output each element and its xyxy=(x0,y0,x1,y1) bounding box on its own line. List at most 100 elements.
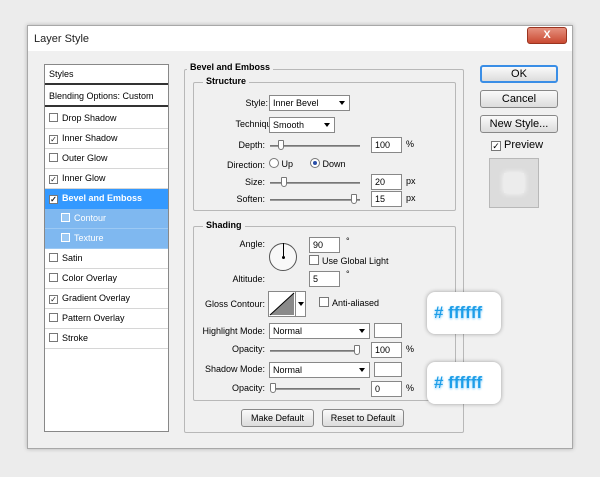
altitude-input[interactable]: 5 xyxy=(309,271,340,287)
size-label: Size: xyxy=(244,177,265,187)
style-item-stroke[interactable]: Stroke xyxy=(45,329,168,349)
style-item-label: Inner Glow xyxy=(62,173,106,183)
preview-checkbox[interactable]: ✓ xyxy=(491,141,501,151)
soften-input[interactable]: 15 xyxy=(371,191,402,207)
soften-label: Soften: xyxy=(236,194,265,204)
soften-slider-thumb[interactable] xyxy=(351,194,358,204)
style-item-texture[interactable]: Texture xyxy=(45,229,168,249)
style-item-inner-glow[interactable]: ✓ Inner Glow xyxy=(45,169,168,189)
highlight-color-annotation: # ffffff xyxy=(427,292,501,334)
style-item-color-overlay[interactable]: Color Overlay xyxy=(45,269,168,289)
style-checkbox[interactable] xyxy=(49,153,58,162)
highlight-opacity-slider[interactable] xyxy=(270,350,360,352)
chevron-down-icon xyxy=(359,329,365,333)
highlight-opacity-input[interactable]: 100 xyxy=(371,342,402,358)
style-item-outer-glow[interactable]: Outer Glow xyxy=(45,149,168,169)
cancel-button[interactable]: Cancel xyxy=(480,90,558,108)
style-checkbox[interactable] xyxy=(61,213,70,222)
style-checkbox[interactable] xyxy=(49,333,58,342)
shadow-opacity-thumb[interactable] xyxy=(270,383,276,393)
style-item-satin[interactable]: Satin xyxy=(45,249,168,269)
blending-options-item[interactable]: Blending Options: Custom xyxy=(45,87,168,107)
highlight-color-swatch[interactable] xyxy=(374,323,402,338)
preview-option[interactable]: ✓ Preview xyxy=(491,139,543,151)
style-item-label: Gradient Overlay xyxy=(62,293,131,303)
depth-slider-thumb[interactable] xyxy=(278,140,285,150)
style-checkbox[interactable]: ✓ xyxy=(49,175,58,184)
shadow-mode-value: Normal xyxy=(273,365,303,375)
direction-up-option[interactable]: Up xyxy=(269,158,293,169)
shadow-mode-select[interactable]: Normal xyxy=(269,362,370,378)
style-checkbox[interactable] xyxy=(49,273,58,282)
preview-swatch xyxy=(489,158,539,208)
angle-unit: ° xyxy=(346,236,350,246)
reset-to-default-button[interactable]: Reset to Default xyxy=(322,409,404,427)
chevron-down-icon xyxy=(339,101,345,105)
contour-dropdown[interactable] xyxy=(295,292,305,316)
style-checkbox[interactable]: ✓ xyxy=(49,195,58,204)
anti-aliased-label: Anti-aliased xyxy=(332,298,380,308)
preview-label: Preview xyxy=(504,139,544,151)
size-slider-thumb[interactable] xyxy=(280,177,287,187)
style-item-label: Outer Glow xyxy=(62,153,108,163)
size-input[interactable]: 20 xyxy=(371,174,402,190)
style-item-contour[interactable]: Contour xyxy=(45,209,168,229)
angle-dial-needle xyxy=(283,243,284,256)
styles-header[interactable]: Styles xyxy=(45,65,168,85)
shadow-opacity-input[interactable]: 0 xyxy=(371,381,402,397)
use-global-light-checkbox[interactable] xyxy=(309,255,319,265)
style-checkbox[interactable] xyxy=(49,253,58,262)
bevel-emboss-title: Bevel and Emboss xyxy=(187,62,274,72)
technique-select[interactable]: Smooth xyxy=(269,117,335,133)
style-checkbox[interactable] xyxy=(49,313,58,322)
highlight-mode-value: Normal xyxy=(273,326,303,336)
style-item-pattern-overlay[interactable]: Pattern Overlay xyxy=(45,309,168,329)
radio-up[interactable] xyxy=(269,158,279,168)
anti-aliased-option[interactable]: Anti-aliased xyxy=(319,297,379,308)
technique-value: Smooth xyxy=(273,120,305,130)
use-global-light-option[interactable]: Use Global Light xyxy=(309,255,389,266)
radio-down[interactable] xyxy=(310,158,320,168)
make-default-button[interactable]: Make Default xyxy=(241,409,314,427)
direction-down-label: Down xyxy=(322,159,346,169)
style-label: Style: xyxy=(245,98,268,108)
technique-label: Technique: xyxy=(235,119,279,129)
shadow-mode-label: Shadow Mode: xyxy=(204,364,265,374)
shadow-opacity-slider[interactable] xyxy=(270,388,360,390)
close-button[interactable]: X xyxy=(527,27,567,44)
new-style-button[interactable]: New Style... xyxy=(480,115,558,133)
title-bar: Layer Style X xyxy=(28,26,572,51)
soften-slider[interactable] xyxy=(270,199,360,201)
dialog-title: Layer Style xyxy=(34,33,90,45)
ok-button[interactable]: OK xyxy=(480,65,558,83)
highlight-mode-select[interactable]: Normal xyxy=(269,323,370,339)
direction-up-label: Up xyxy=(281,159,294,169)
style-item-inner-shadow[interactable]: ✓ Inner Shadow xyxy=(45,129,168,149)
shadow-color-swatch[interactable] xyxy=(374,362,402,377)
angle-label: Angle: xyxy=(239,239,265,249)
chevron-down-icon xyxy=(298,302,304,306)
style-item-label: Drop Shadow xyxy=(62,113,117,123)
style-checkbox[interactable]: ✓ xyxy=(49,295,58,304)
highlight-opacity-unit: % xyxy=(406,344,415,354)
style-checkbox[interactable] xyxy=(61,233,70,242)
highlight-opacity-thumb[interactable] xyxy=(354,345,360,355)
direction-down-option[interactable]: Down xyxy=(310,158,346,169)
style-item-bevel-and-emboss[interactable]: ✓ Bevel and Emboss xyxy=(45,189,168,209)
structure-title: Structure xyxy=(203,76,250,86)
style-checkbox[interactable] xyxy=(49,113,58,122)
style-select[interactable]: Inner Bevel xyxy=(269,95,350,111)
direction-label: Direction: xyxy=(226,160,265,170)
shading-title: Shading xyxy=(203,220,245,230)
angle-dial[interactable] xyxy=(269,243,297,271)
style-checkbox[interactable]: ✓ xyxy=(49,135,58,144)
depth-input[interactable]: 100 xyxy=(371,137,402,153)
style-item-drop-shadow[interactable]: Drop Shadow xyxy=(45,109,168,129)
gloss-contour-label: Gloss Contour: xyxy=(204,299,265,309)
highlight-hex-text: # ffffff xyxy=(434,303,483,322)
anti-aliased-checkbox[interactable] xyxy=(319,297,329,307)
chevron-down-icon xyxy=(324,123,330,127)
angle-input[interactable]: 90 xyxy=(309,237,340,253)
gloss-contour-picker[interactable] xyxy=(268,291,306,317)
style-item-gradient-overlay[interactable]: ✓ Gradient Overlay xyxy=(45,289,168,309)
